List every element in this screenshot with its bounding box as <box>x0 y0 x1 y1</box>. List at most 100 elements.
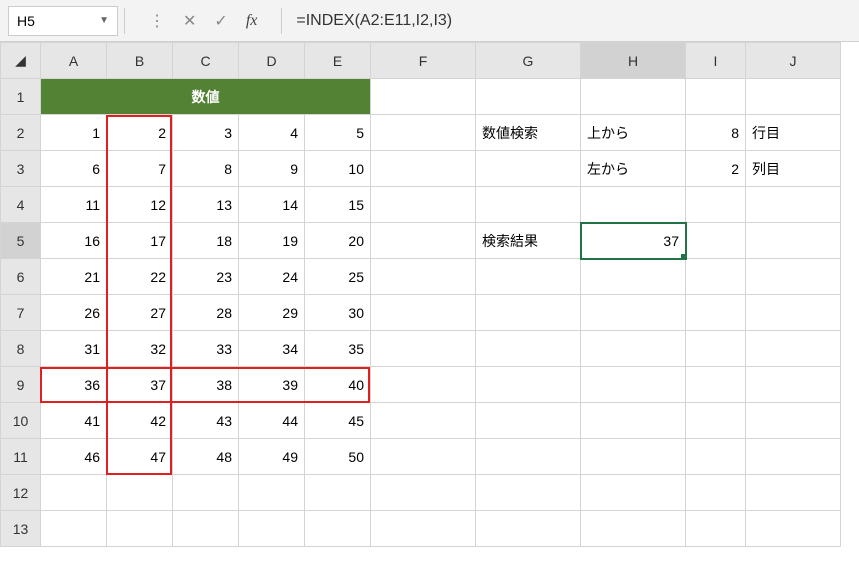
cell[interactable] <box>371 511 476 547</box>
cell[interactable]: 36 <box>41 367 107 403</box>
cell[interactable] <box>239 475 305 511</box>
cell[interactable] <box>371 295 476 331</box>
cell[interactable]: 39 <box>239 367 305 403</box>
cell[interactable] <box>746 511 841 547</box>
col-header-F[interactable]: F <box>371 43 476 79</box>
cell[interactable]: 12 <box>107 187 173 223</box>
cell[interactable]: 20 <box>305 223 371 259</box>
cell[interactable]: 31 <box>41 331 107 367</box>
cell[interactable] <box>476 79 581 115</box>
cell[interactable]: 2 <box>107 115 173 151</box>
cell[interactable] <box>581 79 686 115</box>
col-header-A[interactable]: A <box>41 43 107 79</box>
cell[interactable]: 30 <box>305 295 371 331</box>
cell[interactable] <box>746 187 841 223</box>
cell[interactable]: 35 <box>305 331 371 367</box>
cell[interactable] <box>371 475 476 511</box>
col-header-C[interactable]: C <box>173 43 239 79</box>
cell[interactable] <box>746 439 841 475</box>
cell[interactable]: 45 <box>305 403 371 439</box>
cell[interactable] <box>686 475 746 511</box>
row-header-12[interactable]: 12 <box>1 475 41 511</box>
cell[interactable] <box>686 511 746 547</box>
cell[interactable] <box>581 259 686 295</box>
check-icon[interactable]: ✓ <box>214 11 227 31</box>
cell[interactable] <box>686 259 746 295</box>
cell[interactable]: 21 <box>41 259 107 295</box>
cell[interactable]: 11 <box>41 187 107 223</box>
cell[interactable]: 8 <box>173 151 239 187</box>
formula-input[interactable]: =INDEX(A2:E11,I2,I3) <box>288 12 859 30</box>
from-top-label[interactable]: 上から <box>581 115 686 151</box>
cell[interactable] <box>581 439 686 475</box>
cell[interactable]: 7 <box>107 151 173 187</box>
col-num-input[interactable]: 2 <box>686 151 746 187</box>
cell[interactable]: 14 <box>239 187 305 223</box>
cell[interactable] <box>686 187 746 223</box>
cell[interactable] <box>476 367 581 403</box>
row-suffix[interactable]: 行目 <box>746 115 841 151</box>
cell[interactable]: 1 <box>41 115 107 151</box>
cell[interactable] <box>581 475 686 511</box>
cell[interactable]: 18 <box>173 223 239 259</box>
cell[interactable] <box>746 331 841 367</box>
cell[interactable] <box>371 151 476 187</box>
cell[interactable] <box>239 511 305 547</box>
col-suffix[interactable]: 列目 <box>746 151 841 187</box>
cell[interactable]: 42 <box>107 403 173 439</box>
row-header-1[interactable]: 1 <box>1 79 41 115</box>
cell[interactable]: 19 <box>239 223 305 259</box>
cell[interactable] <box>581 295 686 331</box>
from-left-label[interactable]: 左から <box>581 151 686 187</box>
cell[interactable]: 28 <box>173 295 239 331</box>
cell[interactable] <box>581 187 686 223</box>
cell[interactable] <box>476 295 581 331</box>
col-header-J[interactable]: J <box>746 43 841 79</box>
cell[interactable] <box>686 223 746 259</box>
cell[interactable] <box>41 475 107 511</box>
cell[interactable] <box>305 511 371 547</box>
cell[interactable]: 25 <box>305 259 371 295</box>
cell[interactable] <box>476 331 581 367</box>
cell[interactable] <box>746 259 841 295</box>
cell[interactable] <box>476 403 581 439</box>
result-cell[interactable]: 37 <box>581 223 686 259</box>
cell[interactable]: 34 <box>239 331 305 367</box>
cell[interactable] <box>41 511 107 547</box>
cell[interactable]: 23 <box>173 259 239 295</box>
cell[interactable] <box>371 79 476 115</box>
cell[interactable] <box>581 403 686 439</box>
cell[interactable] <box>476 187 581 223</box>
cell[interactable] <box>581 511 686 547</box>
cell[interactable]: 22 <box>107 259 173 295</box>
cell[interactable] <box>686 403 746 439</box>
row-header-6[interactable]: 6 <box>1 259 41 295</box>
cell[interactable] <box>746 79 841 115</box>
spreadsheet-grid[interactable]: ◢ A B C D E F G H I J 1 数値 2 1 2 3 4 5 数… <box>0 42 841 547</box>
cell[interactable] <box>686 367 746 403</box>
cell[interactable]: 9 <box>239 151 305 187</box>
name-box[interactable]: H5 ▼ <box>8 6 118 36</box>
cell[interactable]: 40 <box>305 367 371 403</box>
cell[interactable]: 47 <box>107 439 173 475</box>
col-header-G[interactable]: G <box>476 43 581 79</box>
cell[interactable]: 32 <box>107 331 173 367</box>
row-header-7[interactable]: 7 <box>1 295 41 331</box>
cell[interactable] <box>371 367 476 403</box>
cell[interactable] <box>686 331 746 367</box>
cell[interactable] <box>746 475 841 511</box>
result-label[interactable]: 検索結果 <box>476 223 581 259</box>
row-header-10[interactable]: 10 <box>1 403 41 439</box>
col-header-I[interactable]: I <box>686 43 746 79</box>
search-label[interactable]: 数値検索 <box>476 115 581 151</box>
cell[interactable]: 33 <box>173 331 239 367</box>
cell[interactable]: 50 <box>305 439 371 475</box>
cell[interactable]: 27 <box>107 295 173 331</box>
row-header-9[interactable]: 9 <box>1 367 41 403</box>
cell[interactable]: 38 <box>173 367 239 403</box>
cell[interactable] <box>746 295 841 331</box>
cell[interactable] <box>746 367 841 403</box>
col-header-D[interactable]: D <box>239 43 305 79</box>
cell[interactable]: 29 <box>239 295 305 331</box>
row-num-input[interactable]: 8 <box>686 115 746 151</box>
